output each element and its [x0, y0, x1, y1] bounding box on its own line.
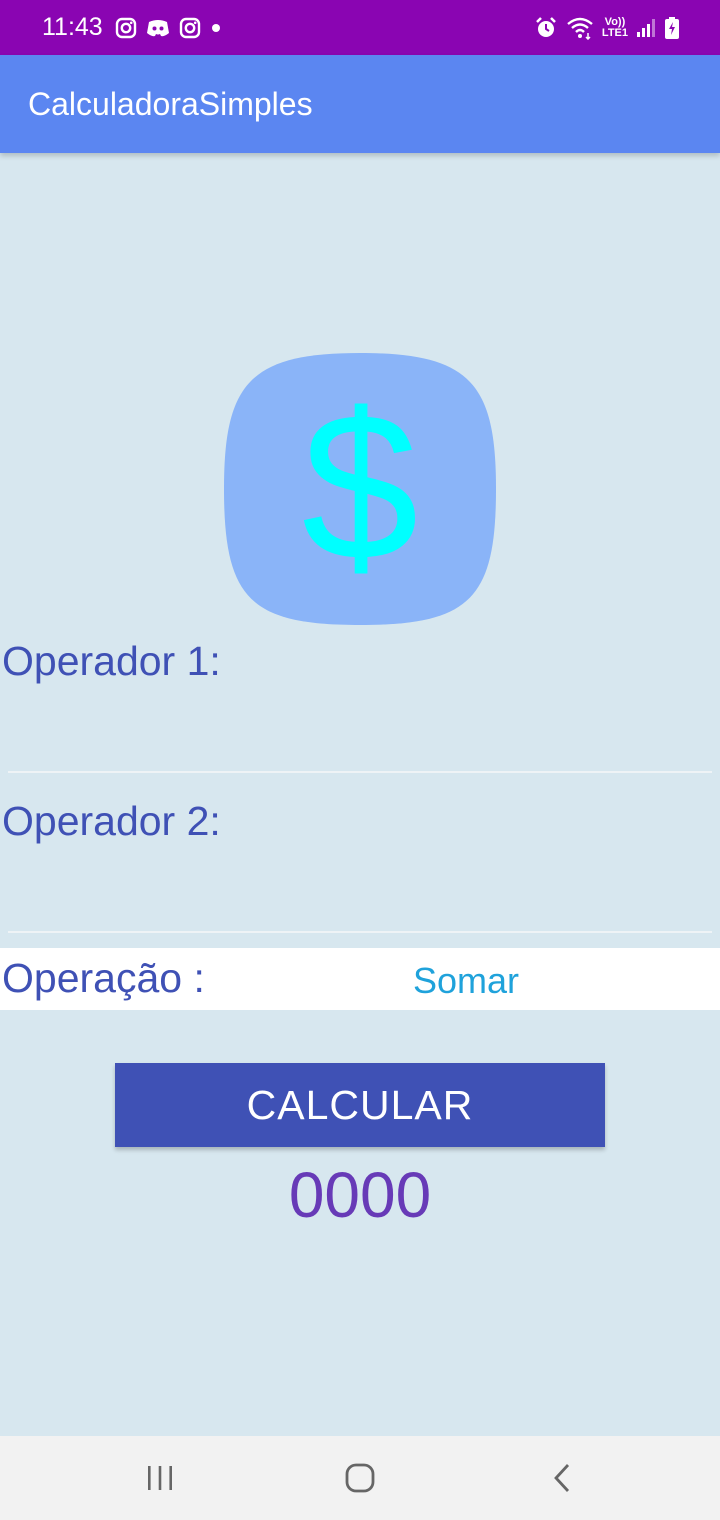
operador1-label: Operador 1:: [2, 638, 221, 684]
app-title: CalculadoraSimples: [28, 85, 313, 122]
wifi-icon: [566, 16, 594, 40]
back-icon[interactable]: [540, 1456, 584, 1500]
calcular-button[interactable]: CALCULAR: [115, 1063, 605, 1147]
operador2-label: Operador 2:: [2, 798, 221, 844]
app-screen: 11:43 Vo)) LTE1 CalculadoraSimples $ Ope…: [0, 0, 720, 1520]
result-value: 0000: [288, 1159, 432, 1231]
recent-apps-icon[interactable]: [138, 1456, 182, 1500]
dollar-icon: $: [224, 353, 496, 625]
status-time: 11:43: [42, 13, 103, 41]
notification-dot-icon: [209, 21, 223, 35]
alarm-icon: [534, 16, 558, 40]
operacao-label: Operação :: [2, 955, 205, 1001]
navigation-bar: [0, 1436, 720, 1520]
signal-icon: [636, 17, 656, 39]
battery-charging-icon: [664, 16, 680, 40]
status-notification-icons: [115, 17, 223, 39]
volte-label: Vo)): [604, 15, 626, 28]
operacao-spinner[interactable]: Somar: [413, 960, 519, 1002]
discord-icon: [145, 17, 171, 39]
operacao-row: Operação : Somar: [0, 948, 720, 1010]
status-system-icons: Vo)) LTE1: [534, 16, 680, 40]
app-bar: CalculadoraSimples: [0, 55, 720, 153]
instagram-icon: [115, 17, 137, 39]
lte-label: LTE1: [601, 26, 628, 39]
operador2-input[interactable]: [8, 873, 712, 933]
instagram-icon: [179, 17, 201, 39]
svg-text:$: $: [302, 369, 419, 604]
home-icon[interactable]: [338, 1456, 382, 1500]
status-bar: 11:43 Vo)) LTE1: [0, 0, 720, 55]
operador1-input[interactable]: [8, 713, 712, 773]
volte-lte-icon: Vo)) LTE1: [601, 15, 628, 39]
